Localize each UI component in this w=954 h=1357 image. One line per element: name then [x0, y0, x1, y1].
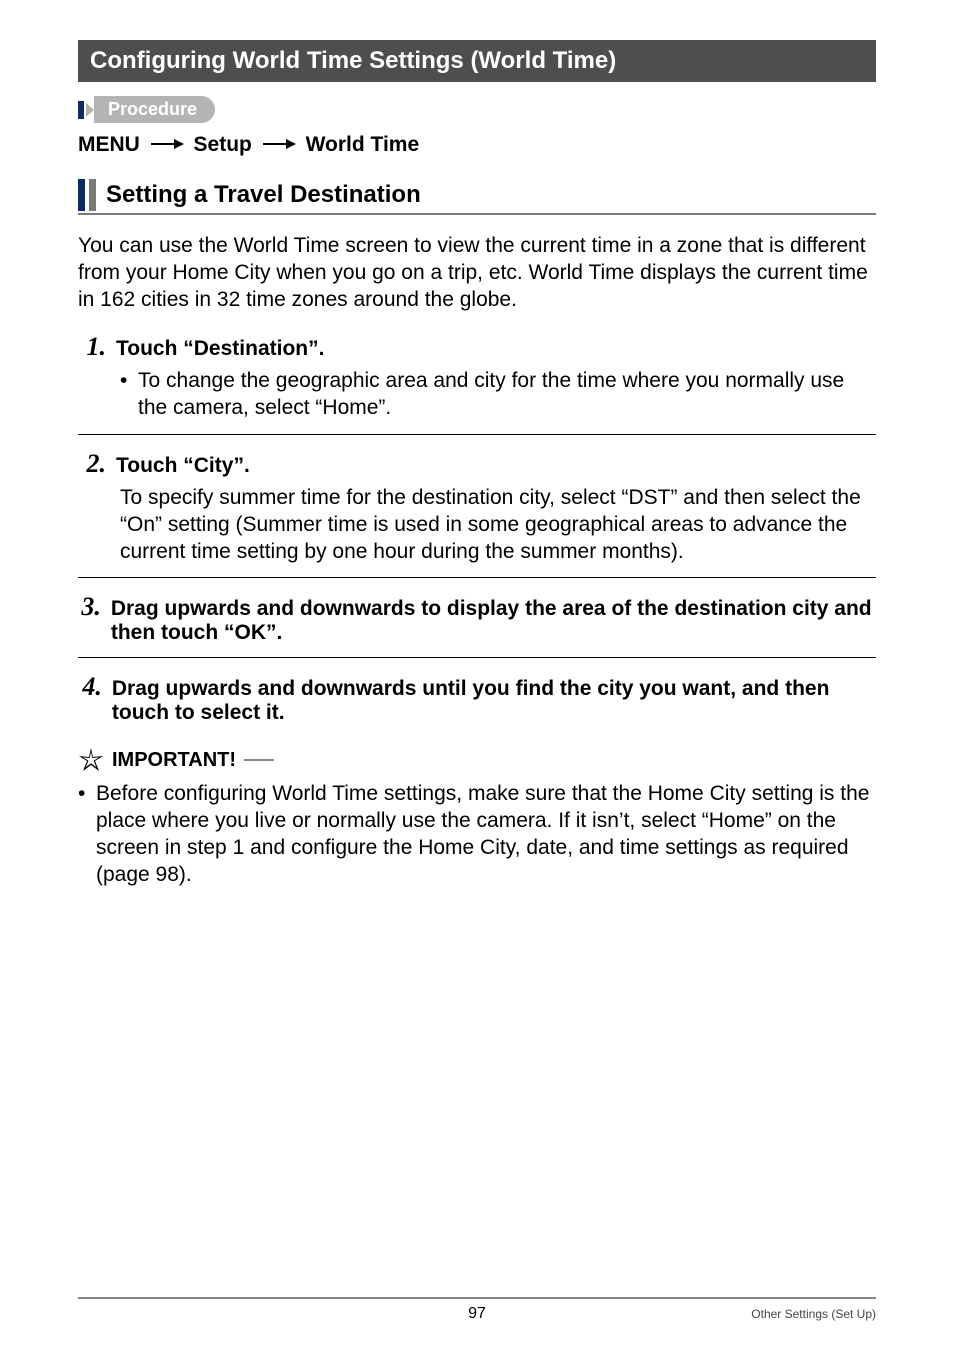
important-body: • Before configuring World Time settings…	[78, 781, 876, 889]
step-number: 3.	[78, 592, 101, 622]
arrow-right-icon	[262, 133, 296, 157]
bullet-icon: •	[78, 781, 88, 889]
step-2: 2. Touch “City”. To specify summer time …	[78, 449, 876, 566]
subsection-header: Setting a Travel Destination	[78, 179, 876, 211]
subsection-title: Setting a Travel Destination	[106, 179, 421, 211]
divider	[78, 657, 876, 658]
divider	[244, 759, 274, 761]
accent-bar	[78, 179, 85, 211]
breadcrumb-item: Setup	[194, 133, 252, 156]
step-bullet: • To change the geographic area and city…	[120, 368, 876, 422]
procedure-row: Procedure	[78, 96, 876, 123]
important-label: IMPORTANT!	[112, 749, 236, 772]
step-4: 4. Drag upwards and downwards until you …	[78, 672, 876, 725]
breadcrumb-item: World Time	[306, 133, 420, 156]
step-body: To specify summer time for the destinati…	[120, 485, 876, 566]
procedure-label: Procedure	[94, 96, 215, 123]
divider	[78, 577, 876, 578]
footer-section-label: Other Settings (Set Up)	[751, 1307, 876, 1321]
divider	[78, 213, 876, 215]
step-1: 1. Touch “Destination”. • To change the …	[78, 332, 876, 422]
breadcrumb: MENU Setup World Time	[78, 133, 876, 157]
accent-bar	[89, 179, 96, 211]
step-number: 1.	[78, 332, 106, 362]
important-text: Before configuring World Time settings, …	[96, 781, 876, 889]
intro-text: You can use the World Time screen to vie…	[78, 233, 876, 314]
step-title: Touch “City”.	[116, 454, 250, 478]
step-3: 3. Drag upwards and downwards to display…	[78, 592, 876, 645]
important-header: IMPORTANT!	[78, 747, 876, 773]
section-header: Configuring World Time Settings (World T…	[78, 40, 876, 82]
step-number: 4.	[78, 672, 102, 702]
chevron-right-icon	[86, 101, 92, 119]
breadcrumb-item: MENU	[78, 133, 140, 156]
bullet-icon: •	[120, 368, 130, 422]
step-title: Touch “Destination”.	[116, 337, 324, 361]
step-bullet-text: To change the geographic area and city f…	[138, 368, 876, 422]
divider	[78, 434, 876, 435]
page-footer: 97 Other Settings (Set Up)	[78, 1297, 876, 1323]
step-title: Drag upwards and downwards until you fin…	[112, 677, 876, 725]
page-number: 97	[468, 1305, 486, 1323]
arrow-right-icon	[150, 133, 184, 157]
step-title: Drag upwards and downwards to display th…	[111, 597, 876, 645]
accent-bar	[78, 101, 84, 119]
step-number: 2.	[78, 449, 106, 479]
starburst-icon	[78, 747, 104, 773]
